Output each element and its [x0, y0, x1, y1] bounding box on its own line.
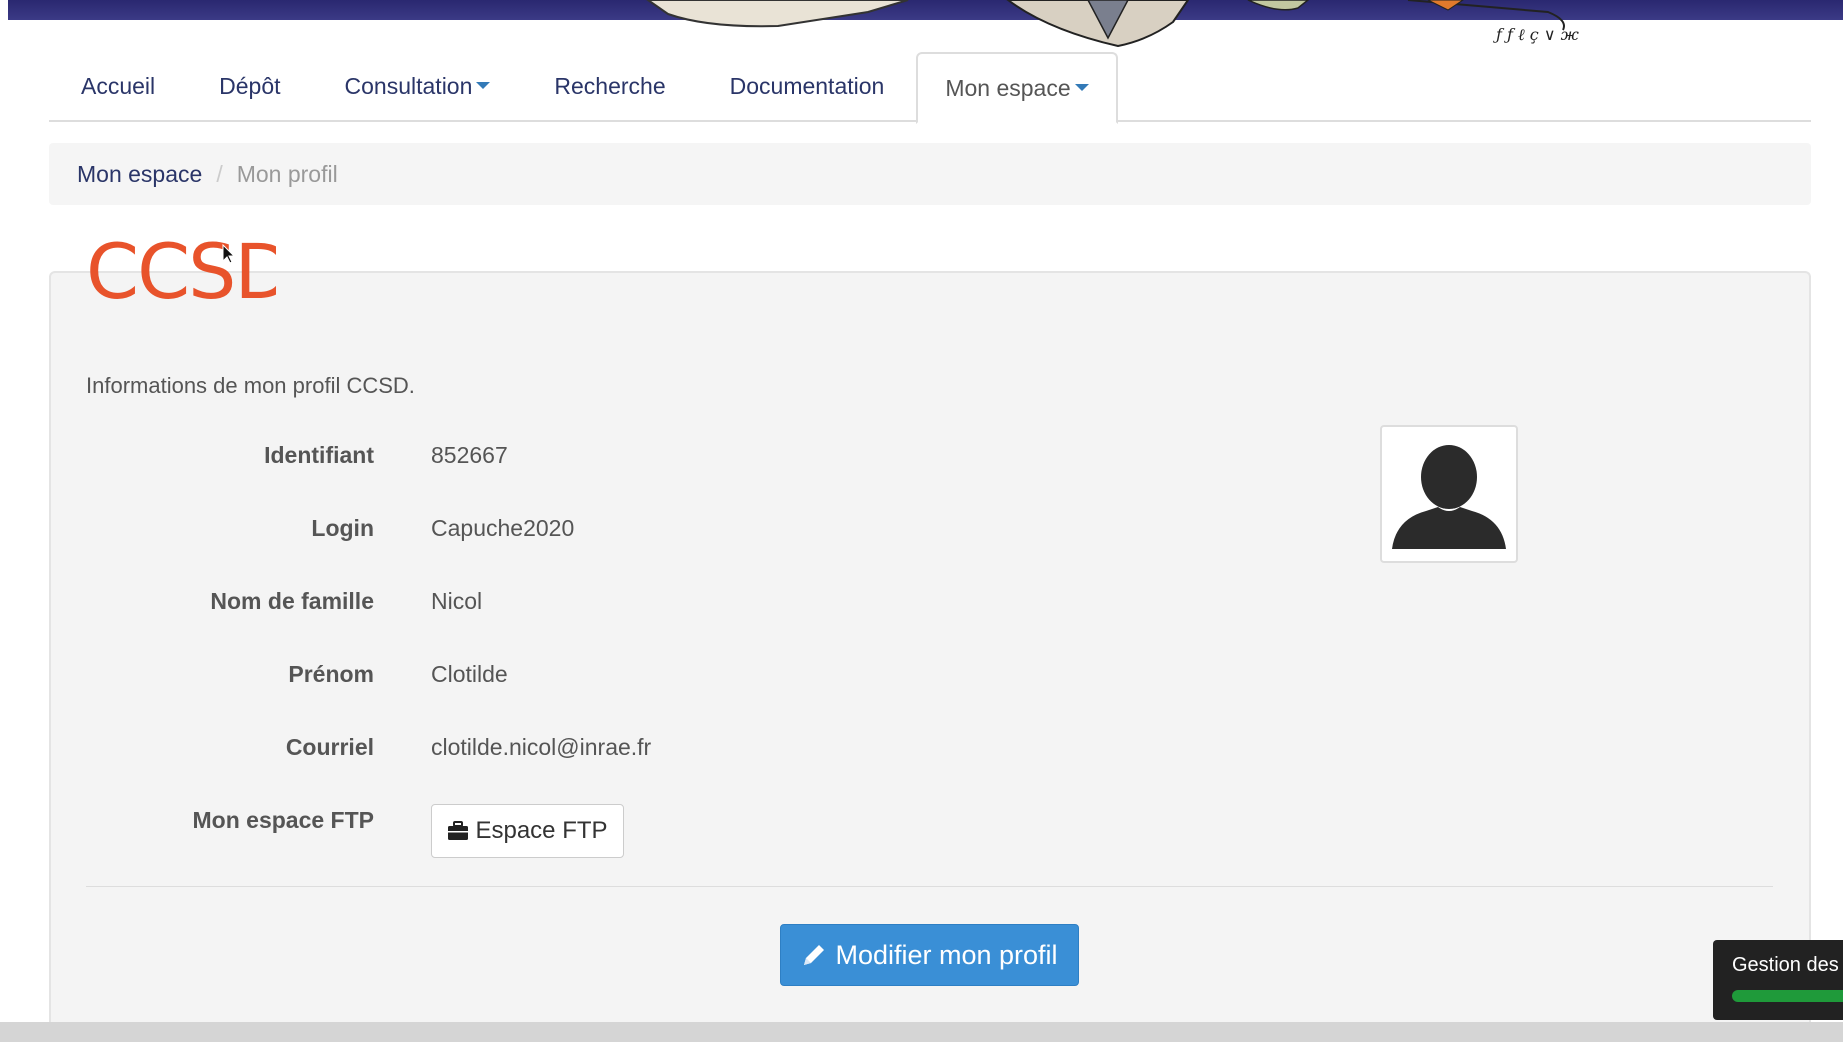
caret-down-icon — [1074, 84, 1089, 92]
nav-tab-label: Documentation — [729, 73, 885, 99]
panel-divider — [86, 886, 1773, 887]
field-label-prenom: Prénom — [288, 661, 374, 687]
ccsd-logo: CCSD — [86, 234, 276, 308]
profile-intro: Informations de mon profil CCSD. — [86, 373, 415, 398]
edit-profile-button-label: Modifier mon profil — [835, 939, 1058, 970]
nav-tab-label: Recherche — [554, 73, 666, 99]
mouse-cursor-icon — [222, 244, 236, 264]
banner-illustration: ƒ ƒ ℓ ç ∨ ж — [646, 0, 1580, 48]
svg-text:ƒ ƒ ℓ ç ∨ ж: ƒ ƒ ℓ ç ∨ ж — [1493, 25, 1580, 44]
cookie-widget-text: Gestion des — [1732, 954, 1839, 976]
field-value-courriel: clotilde.nicol@inrae.fr — [431, 734, 652, 760]
nav-tab-consultation[interactable]: Consultation — [313, 52, 523, 122]
edit-profile-button[interactable]: Modifier mon profil — [780, 924, 1079, 986]
nav-tab-documentation[interactable]: Documentation — [698, 52, 917, 122]
ccsd-logo-text: CCSD — [86, 234, 276, 308]
nav-tab-label: Mon espace — [945, 75, 1071, 101]
field-value-login: Capuche2020 — [431, 515, 575, 541]
nav-tab-mon-espace[interactable]: Mon espace — [916, 52, 1118, 124]
pencil-icon — [804, 945, 825, 965]
breadcrumb-mon-espace-link[interactable]: Mon espace — [77, 161, 202, 187]
briefcase-icon — [448, 821, 469, 840]
ftp-space-button-label: Espace FTP — [475, 817, 608, 844]
user-silhouette-icon — [1392, 445, 1506, 549]
breadcrumb: Mon espace / Mon profil — [49, 143, 1811, 205]
nav-tab-recherche[interactable]: Recherche — [522, 52, 697, 122]
field-label-courriel: Courriel — [285, 734, 374, 760]
nav-tab-label: Accueil — [81, 73, 156, 99]
nav-tab-label: Consultation — [344, 73, 473, 99]
profile-avatar — [1380, 425, 1518, 563]
main-nav: Accueil Dépôt Consultation Recherche Doc… — [49, 52, 1811, 124]
cookie-widget-bar — [1732, 990, 1843, 1002]
breadcrumb-current: Mon profil — [236, 161, 338, 187]
field-label-identifiant: Identifiant — [264, 442, 374, 468]
field-label-nom: Nom de famille — [210, 588, 374, 614]
field-value-nom: Nicol — [431, 588, 483, 614]
nav-tab-label: Dépôt — [219, 73, 281, 99]
caret-down-icon — [476, 82, 491, 90]
header-banner: ƒ ƒ ℓ ç ∨ ж — [8, 0, 1843, 48]
nav-tab-depot[interactable]: Dépôt — [187, 52, 312, 122]
cookie-consent-widget[interactable]: Gestion des — [1713, 940, 1843, 1020]
nav-tabs: Accueil Dépôt Consultation Recherche Doc… — [49, 52, 1118, 124]
breadcrumb-separator: / — [216, 161, 223, 187]
nav-tab-accueil[interactable]: Accueil — [49, 52, 187, 122]
field-value-prenom: Clotilde — [431, 661, 508, 687]
field-label-ftp: Mon espace FTP — [192, 807, 374, 833]
field-value-identifiant: 852667 — [431, 442, 508, 468]
ftp-space-button[interactable]: Espace FTP — [431, 804, 624, 858]
bottom-scroll-strip — [0, 1022, 1843, 1042]
field-label-login: Login — [311, 515, 374, 541]
